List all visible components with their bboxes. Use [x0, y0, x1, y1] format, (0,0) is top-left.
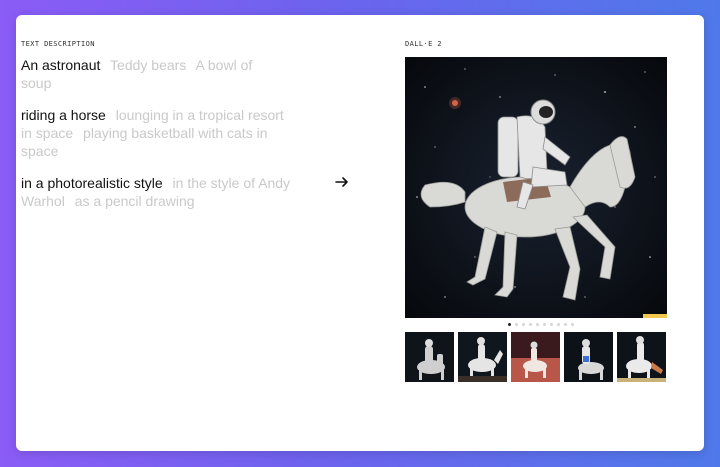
style-option-pencil[interactable]: as a pencil drawing: [75, 193, 195, 209]
pagination-dot-7[interactable]: [550, 323, 553, 326]
thumbnail-5[interactable]: [617, 332, 666, 382]
thumbnail-4[interactable]: [564, 332, 613, 382]
text-description-label: TEXT DESCRIPTION: [21, 40, 95, 48]
pagination-dot-10[interactable]: [571, 323, 574, 326]
text-description-panel: TEXT DESCRIPTION An astronaut Teddy bear…: [21, 40, 291, 224]
astronaut-horse-illustration: [405, 57, 667, 318]
thumbnail-2-image: [458, 332, 507, 382]
pagination-dot-3[interactable]: [522, 323, 525, 326]
thumbnail-5-image: [617, 332, 666, 382]
pagination-dot-4[interactable]: [529, 323, 532, 326]
style-group: in a photorealistic style in the style o…: [21, 174, 291, 210]
pagination-dot-6[interactable]: [543, 323, 546, 326]
thumbnail-4-image: [564, 332, 613, 382]
dalle-panel: DALL·E 2: [405, 40, 667, 48]
thumbnail-2[interactable]: [458, 332, 507, 382]
action-group: riding a horse lounging in a tropical re…: [21, 106, 291, 160]
subject-selected[interactable]: An astronaut: [21, 57, 100, 73]
subject-group: An astronaut Teddy bears A bowl of soup: [21, 56, 291, 92]
dalle-label: DALL·E 2: [405, 40, 442, 48]
pagination-dot-5[interactable]: [536, 323, 539, 326]
pagination-dot-8[interactable]: [557, 323, 560, 326]
generated-image[interactable]: [405, 57, 667, 318]
arrow-right-icon[interactable]: [334, 174, 350, 190]
thumbnail-strip: [405, 332, 666, 382]
thumbnail-3-image: [511, 332, 560, 382]
subject-option-teddy-bears[interactable]: Teddy bears: [110, 57, 186, 73]
pagination-dot-1[interactable]: [508, 323, 511, 326]
thumbnail-1-image: [405, 332, 454, 382]
thumbnail-1[interactable]: [405, 332, 454, 382]
pagination-dot-2[interactable]: [515, 323, 518, 326]
action-selected[interactable]: riding a horse: [21, 107, 106, 123]
pagination-dot-9[interactable]: [564, 323, 567, 326]
style-selected[interactable]: in a photorealistic style: [21, 175, 163, 191]
thumbnail-3[interactable]: [511, 332, 560, 382]
pagination-dots: [508, 323, 574, 326]
